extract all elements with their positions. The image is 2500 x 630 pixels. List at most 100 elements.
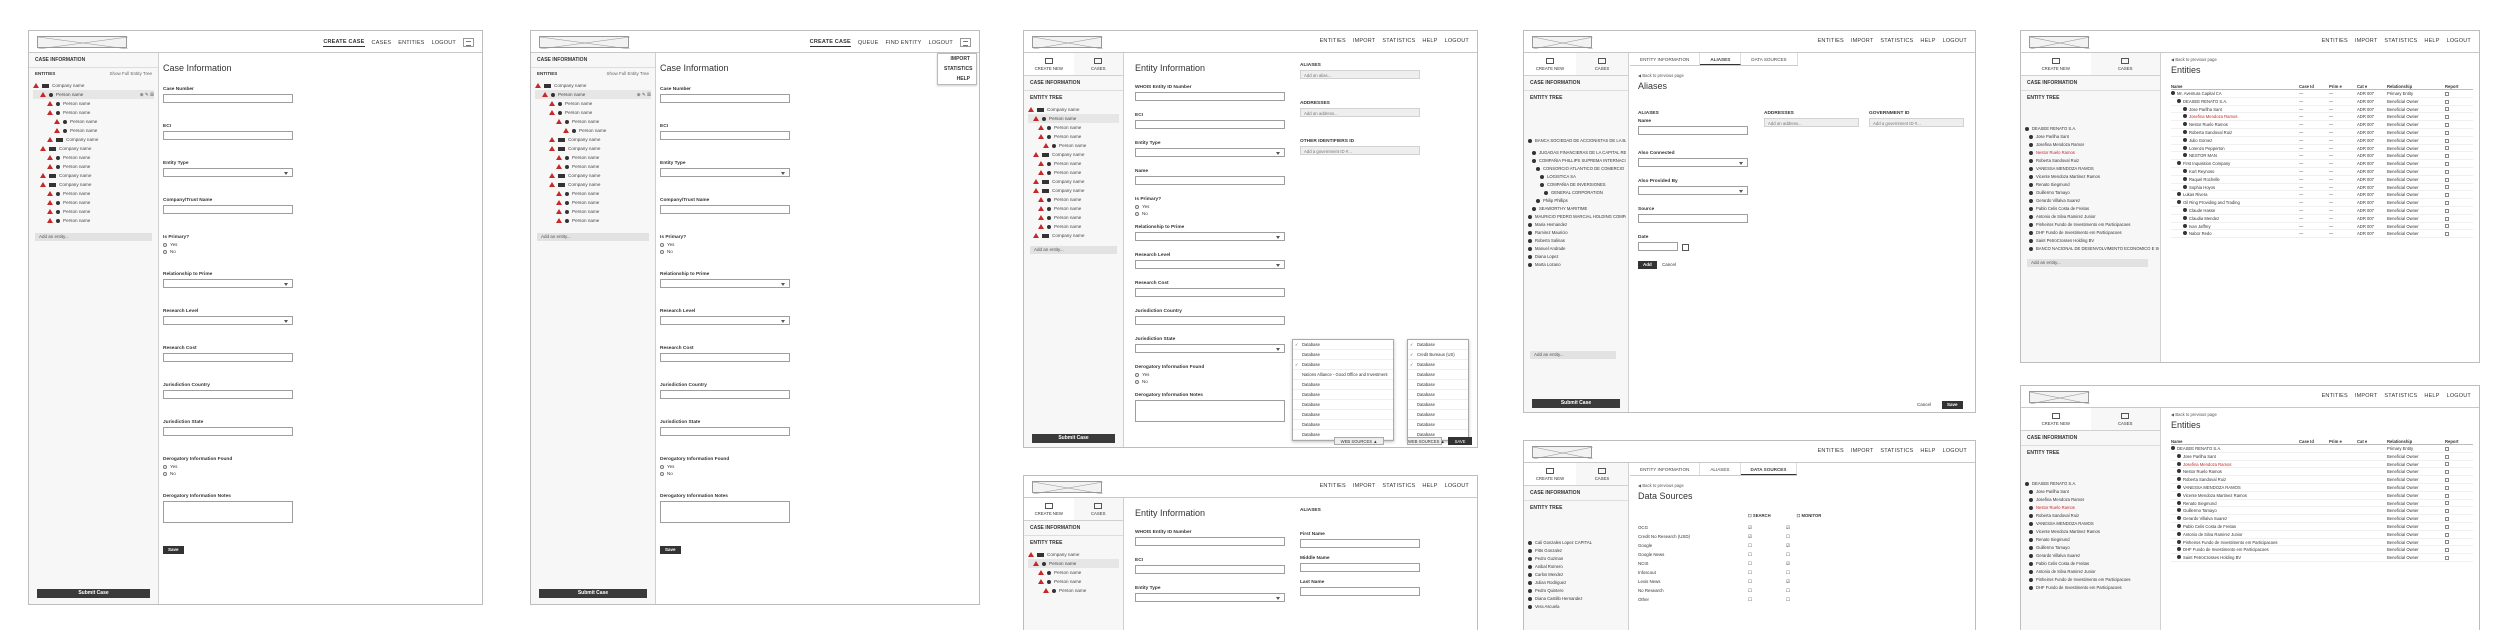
nav-statistics[interactable]: STATISTICS [1382,483,1415,489]
entity-input[interactable] [1135,288,1285,297]
nav-import[interactable]: IMPORT [1851,448,1874,454]
table-row[interactable]: Jose Parilha Sant — — ADR 007 Beneficial Own… [2171,106,2473,114]
ds-tree-row[interactable]: Carlos Mendez [1528,571,1626,579]
tree-person-row[interactable]: Person name [535,162,651,171]
table-row[interactable]: Gerardo Villalva Suarez Beneficial Owner [2171,515,2473,523]
tree-person-row[interactable]: Person name [535,198,651,207]
dropdown-option[interactable]: Database [1293,340,1393,350]
table-row[interactable]: Lukas Rivera — — ADR 007 Beneficial Owner [2171,191,2473,200]
jurisdiction-state-input[interactable] [660,427,790,436]
report-checkbox[interactable] [2445,492,2473,499]
nav-logout[interactable]: LOGOUT [432,40,456,46]
table-row[interactable]: Lorenzo Pepperton — — ADR 007 Beneficial Own… [2171,145,2473,153]
tree-person-row[interactable]: Person name [33,198,154,207]
research-level-select[interactable] [660,316,790,325]
create-new-button[interactable]: CREATE NEW [2021,408,2091,430]
radio-no[interactable]: No [1135,211,1285,216]
entities-tree-row[interactable]: Jose Parilha Sant [2025,133,2159,141]
tree-person-row[interactable]: Person name [1028,195,1119,204]
add-address-input[interactable]: Add an address... [1764,118,1859,127]
dropdown-option[interactable]: Credit Bureaus (US) [1408,350,1468,360]
report-checkbox[interactable] [2445,484,2473,491]
tree-person-row[interactable]: Person name [33,207,154,216]
nav-statistics[interactable]: STATISTICS [1880,38,1913,44]
table-row[interactable]: Pinheiros Fundo de Investimento em Parti… [2171,539,2473,547]
dropdown-option[interactable]: Database [1293,400,1393,410]
report-checkbox[interactable] [2445,468,2473,475]
nav-help[interactable]: HELP [1920,448,1935,454]
entity-input[interactable] [1135,316,1285,325]
entity-right-input[interactable]: Add an alias... [1300,70,1420,79]
add-entity-input[interactable]: Add an entity... [35,233,152,241]
report-checkbox[interactable] [2445,137,2473,144]
back-link[interactable]: ◀ Back to previous page [2171,412,2217,417]
tab-entity-information[interactable]: ENTITY INFORMATION [1630,53,1701,65]
report-checkbox[interactable] [2445,223,2473,230]
back-link[interactable]: ◀ Back to previous page [1638,73,1684,78]
tree-person-row[interactable]: Person name [33,126,154,135]
dropdown-option[interactable]: Database [1408,360,1468,370]
case-number-input[interactable] [660,94,790,103]
column-header[interactable]: Name [2171,83,2299,89]
case-info-link[interactable]: CASE INFORMATION [1524,76,1628,91]
report-checkbox[interactable] [2445,445,2473,452]
tree-person-row[interactable]: Person name [535,117,651,126]
report-checkbox[interactable] [2445,145,2473,152]
dropdown-option[interactable]: Database [1408,370,1468,380]
nav-import[interactable]: IMPORT [2355,393,2378,399]
alias-tree-row[interactable]: CONSORCIO ATLANTICO DE COMERCIO [1528,165,1626,173]
radio-yes[interactable]: Yes [660,242,790,247]
alias-tree-row[interactable]: Maria Hernandez [1528,221,1626,229]
table-row[interactable]: Roberta Sandoval Ruiz — — ADR 007 Beneficial… [2171,129,2473,137]
date-input[interactable] [1638,242,1678,251]
entity-input[interactable] [1135,593,1285,602]
report-checkbox[interactable] [2445,461,2473,468]
add-entity-input[interactable]: Add an entity... [2027,259,2148,267]
column-header[interactable]: Case Id [2299,438,2329,444]
search-checkbox[interactable]: ☐ [1748,595,1786,604]
entities-tree-row[interactable]: BANCO NACIONAL DE DESENVOLVIMENTO ECONOM… [2025,245,2159,253]
web-sources-button-2[interactable]: WEB SOURCES ▲ [1407,437,1445,445]
report-checkbox[interactable] [2445,507,2473,514]
table-row[interactable]: Pablo Celis Costa de Freitas Beneficial O… [2171,523,2473,531]
hamburger-menu-icon[interactable] [463,38,474,47]
nav-help[interactable]: HELP [2424,393,2439,399]
report-checkbox[interactable] [2445,184,2473,191]
table-row[interactable]: Renato Siegmund Beneficial Owner [2171,500,2473,508]
table-row[interactable]: Nestor Ruelo Ramos Beneficial Owner [2171,468,2473,477]
dropdown-option[interactable]: Database [1408,390,1468,400]
nav-entities[interactable]: ENTITIES [2322,393,2348,399]
report-checkbox[interactable] [2445,500,2473,507]
tree-person-row[interactable]: Person name [33,153,154,162]
table-row[interactable]: Claude Hasse — — ADR 007 Beneficial Owner [2171,207,2473,215]
entities-tree-row[interactable]: Pinheiros Fundo de Investimento em Parti… [2025,221,2159,229]
report-checkbox[interactable] [2445,152,2473,159]
entity-input[interactable] [1135,92,1285,101]
entities-tree-row[interactable]: Josefina Mendoza Ramos [2025,141,2159,149]
dropdown-option[interactable]: Database [1293,390,1393,400]
jurisdiction-state-input[interactable] [163,427,293,436]
column-header[interactable]: Prim e [2329,83,2357,89]
submit-case-button[interactable]: Submit Case [1032,434,1115,443]
nav-cases[interactable]: CASES [372,40,392,46]
entity-type-select[interactable] [660,168,790,177]
monitor-checkbox[interactable]: ☑ [1786,523,1790,532]
entities-tree-row[interactable]: Pablo Celis Costa de Freitas [2025,205,2159,213]
entities-tree-row[interactable]: Renato Siegmund [2025,181,2159,189]
tree-company-row[interactable]: Company name [1028,550,1119,559]
back-link[interactable]: ◀ Back to previous page [1638,483,1684,488]
column-header[interactable]: Cat e [2357,83,2387,89]
table-row[interactable]: Ivan Jaffrey — — ADR 007 Beneficial Owner [2171,223,2473,231]
report-checkbox[interactable] [2445,106,2473,113]
table-row[interactable]: NESTOR MAN — — ADR 007 Beneficial Owner [2171,152,2473,161]
tree-person-row[interactable]: Person name [33,189,154,198]
entities-tree-row[interactable]: Jose Parilha Sant [2025,488,2159,496]
cancel-alias-link[interactable]: Cancel [1662,262,1676,267]
tree-person-row[interactable]: Person name [1028,159,1119,168]
save-button[interactable]: Save [163,546,184,554]
alias-tree-row[interactable]: COMPAÑIA PHILLIPS SUPREMA INTERNACIONAL … [1528,157,1626,165]
dropdown-option[interactable]: Database [1408,410,1468,420]
entity-right-input[interactable] [1300,587,1420,596]
tree-person-row[interactable]: Person name [1028,132,1119,141]
tree-company-row[interactable]: Company name [535,180,651,189]
